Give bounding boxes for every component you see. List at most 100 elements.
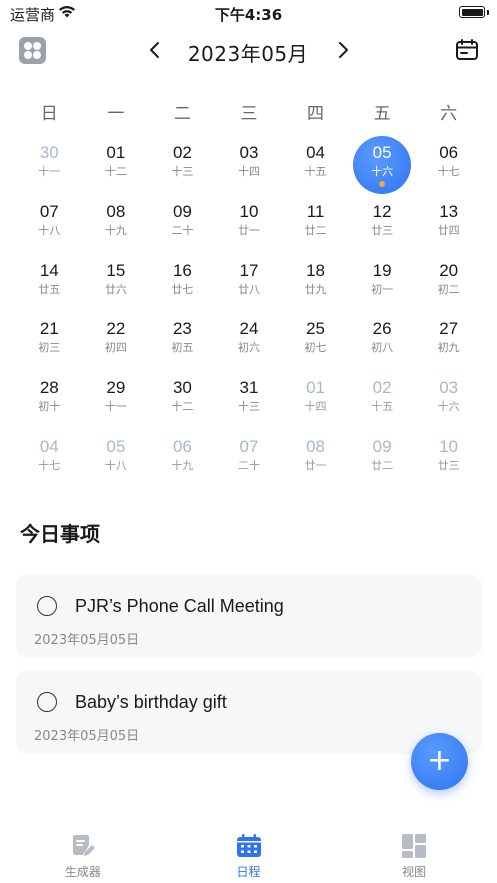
- calendar-day[interactable]: 21 初三: [16, 311, 83, 370]
- tab-generator[interactable]: 生成器: [0, 826, 166, 883]
- task-checkbox[interactable]: [37, 692, 57, 712]
- weekday-label: 四: [307, 104, 325, 124]
- lunar-date: 十八: [38, 223, 61, 237]
- lunar-date: 初七: [304, 341, 327, 355]
- day-number: 18: [306, 260, 325, 280]
- day-number: 11: [306, 201, 325, 221]
- calendar-day[interactable]: 14 廿五: [16, 253, 83, 312]
- lunar-date: 十八: [104, 458, 127, 472]
- lunar-date: 初二: [437, 282, 460, 296]
- lunar-date: 十二: [171, 400, 194, 414]
- day-number: 16: [172, 260, 192, 280]
- lunar-date: 初五: [171, 341, 194, 355]
- lunar-date: 十五: [304, 165, 327, 178]
- calendar-day[interactable]: 27 初九: [415, 311, 482, 370]
- calendar-day[interactable]: 03 十六: [415, 370, 482, 429]
- lunar-date: 二十: [237, 458, 260, 472]
- calendar-day[interactable]: 06 十九: [149, 429, 216, 488]
- calendar-day[interactable]: 16 廿七: [149, 253, 216, 312]
- calendar-grid: 30 十一 01 十二 02 十三 03 十四 04 十五 05 十六 06 十七 07 十八 08 十九 09 二十…: [16, 135, 482, 488]
- tab-view[interactable]: 视图: [331, 826, 497, 883]
- calendar-day[interactable]: 23 初五: [149, 311, 216, 370]
- lunar-date: 廿六: [104, 282, 127, 296]
- calendar-day[interactable]: 11 廿二: [282, 194, 349, 253]
- calendar-day[interactable]: 08 廿一: [282, 429, 349, 488]
- calendar-day[interactable]: 09 廿二: [349, 429, 416, 488]
- lunar-date: 廿三: [437, 458, 460, 472]
- day-number: 25: [306, 319, 325, 339]
- day-number: 01: [306, 378, 325, 398]
- weekday-label: 日: [40, 104, 58, 124]
- lunar-date: 廿四: [437, 223, 460, 237]
- calendar-icon: [236, 834, 261, 857]
- calendar-day[interactable]: 30 十二: [149, 370, 216, 429]
- document-edit-icon: [72, 835, 95, 856]
- day-number: 02: [172, 143, 192, 162]
- task-title: PJR’s Phone Call Meeting: [75, 596, 284, 616]
- calendar-day[interactable]: 10 廿三: [415, 429, 482, 488]
- calendar-day-selected[interactable]: 05 十六: [349, 135, 416, 194]
- calendar-icon[interactable]: [455, 38, 479, 62]
- calendar-day[interactable]: 02 十五: [349, 370, 416, 429]
- calendar-day[interactable]: 24 初六: [216, 311, 283, 370]
- tab-label: 日程: [236, 865, 261, 879]
- task-card[interactable]: PJR’s Phone Call Meeting 2023年05月05日: [16, 574, 482, 658]
- day-number: 05: [372, 143, 392, 162]
- day-number: 31: [239, 378, 259, 398]
- add-task-button[interactable]: +: [411, 733, 468, 790]
- task-date: 2023年05月05日: [34, 729, 140, 744]
- day-number: 14: [39, 260, 59, 280]
- calendar-day[interactable]: 06 十七: [415, 135, 482, 194]
- calendar-day[interactable]: 15 廿六: [83, 253, 150, 312]
- calendar-day[interactable]: 05 十八: [83, 429, 150, 488]
- calendar-day[interactable]: 29 十一: [83, 370, 150, 429]
- calendar-day[interactable]: 26 初八: [349, 311, 416, 370]
- lunar-date: 十三: [171, 165, 194, 178]
- lunar-date: 十九: [104, 223, 127, 237]
- calendar-day[interactable]: 08 十九: [83, 194, 150, 253]
- day-number: 13: [439, 201, 459, 221]
- calendar-day[interactable]: 07 十八: [16, 194, 83, 253]
- day-number: 28: [39, 378, 59, 398]
- task-checkbox[interactable]: [37, 596, 57, 616]
- calendar-day[interactable]: 07 二十: [216, 429, 283, 488]
- calendar-day[interactable]: 12 廿三: [349, 194, 416, 253]
- lunar-date: 廿九: [304, 282, 327, 296]
- tab-label: 视图: [402, 865, 427, 879]
- calendar-day[interactable]: 17 廿八: [216, 253, 283, 312]
- calendar-day[interactable]: 01 十四: [282, 370, 349, 429]
- lunar-date: 廿七: [171, 282, 194, 296]
- calendar-day[interactable]: 02 十三: [149, 135, 216, 194]
- day-number: 19: [372, 260, 392, 280]
- calendar-day[interactable]: 10 廿一: [216, 194, 283, 253]
- calendar-day[interactable]: 22 初四: [83, 311, 150, 370]
- calendar-day[interactable]: 01 十二: [83, 135, 150, 194]
- weekday-header: 日 一 二 三 四 五 六: [16, 99, 482, 124]
- calendar-day[interactable]: 19 初一: [349, 253, 416, 312]
- app-menu-icon[interactable]: [19, 37, 46, 64]
- calendar-day[interactable]: 03 十四: [216, 135, 283, 194]
- lunar-date: 廿二: [304, 223, 327, 237]
- day-number: 27: [439, 319, 459, 339]
- calendar-day[interactable]: 04 十七: [16, 429, 83, 488]
- task-card[interactable]: Baby’s birthday gift 2023年05月05日: [16, 670, 482, 754]
- status-time: 下午4:36: [214, 6, 283, 24]
- status-bar: 运营商 下午4:36: [0, 0, 497, 26]
- tab-schedule[interactable]: 日程: [166, 826, 332, 883]
- calendar-day[interactable]: 09 二十: [149, 194, 216, 253]
- calendar-day[interactable]: 31 十三: [216, 370, 283, 429]
- day-number: 03: [239, 143, 259, 162]
- calendar-day[interactable]: 25 初七: [282, 311, 349, 370]
- lunar-date: 初十: [38, 400, 61, 414]
- calendar-day[interactable]: 28 初十: [16, 370, 83, 429]
- calendar-day[interactable]: 18 廿九: [282, 253, 349, 312]
- chevron-right-icon[interactable]: [332, 38, 354, 62]
- lunar-date: 十二: [104, 165, 127, 178]
- calendar-day[interactable]: 13 廿四: [415, 194, 482, 253]
- calendar-day[interactable]: 30 十一: [16, 135, 83, 194]
- calendar-day[interactable]: 20 初二: [415, 253, 482, 312]
- calendar-day[interactable]: 04 十五: [282, 135, 349, 194]
- lunar-date: 初四: [104, 341, 127, 355]
- chevron-left-icon[interactable]: [144, 38, 166, 62]
- lunar-date: 二十: [171, 223, 194, 237]
